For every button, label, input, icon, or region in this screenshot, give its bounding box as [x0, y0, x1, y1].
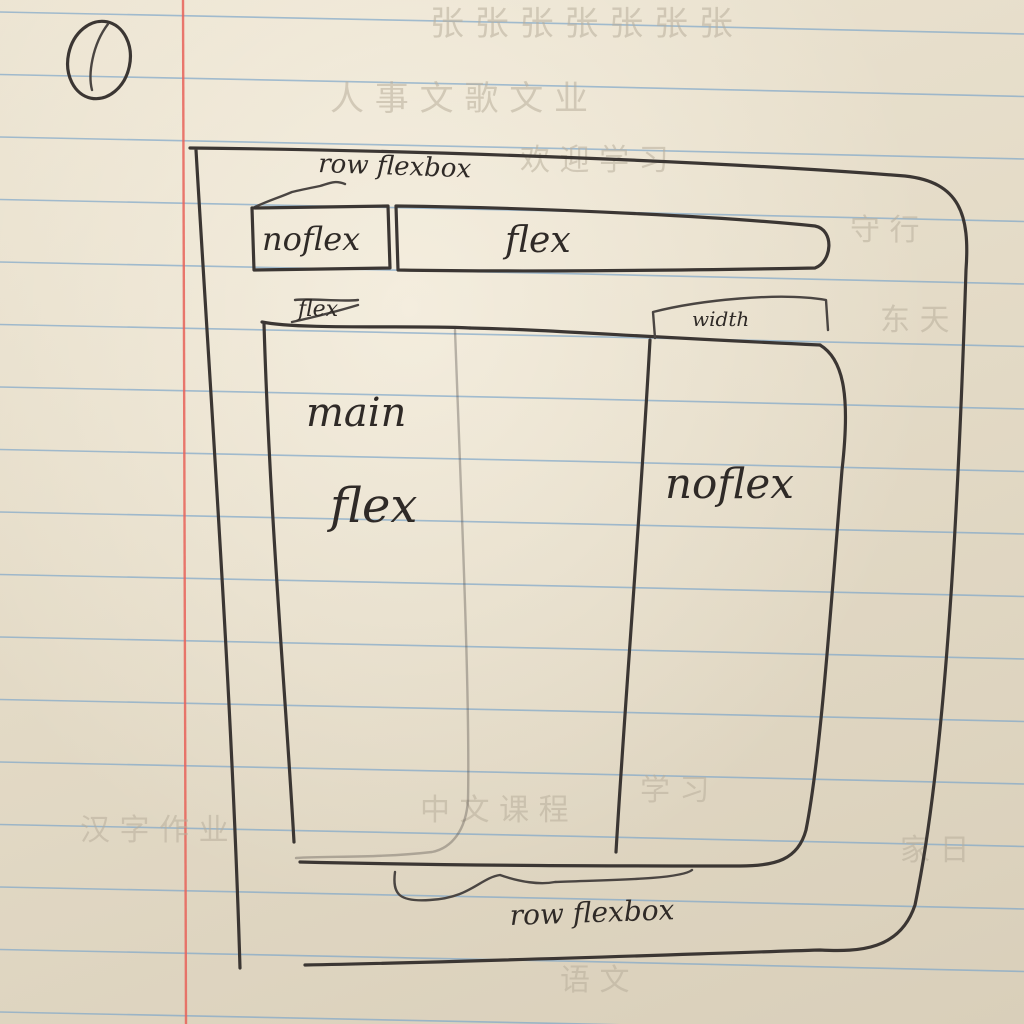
- main-label: main: [306, 390, 406, 436]
- svg-text:家 日: 家 日: [900, 833, 970, 868]
- ruled-line: [0, 448, 1024, 473]
- notebook-page: 张 张 张 张 张 张 张 人 事 文 歌 文 业 欢 迎 学 习 守 行 东 …: [0, 0, 1024, 1024]
- svg-text:人 事 文 歌 文 业: 人 事 文 歌 文 业: [330, 79, 588, 119]
- width-tab-label: width: [692, 307, 749, 331]
- ruled-line: [0, 261, 1024, 285]
- bleed-through-text: 张 张 张 张 张 张 张 人 事 文 歌 文 业 欢 迎 学 习 守 行 东 …: [80, 4, 970, 998]
- ruled-line: [0, 698, 1024, 723]
- ruled-lines: [0, 11, 1024, 1024]
- right-noflex-label: noflex: [665, 459, 794, 508]
- margin-line: [181, 0, 188, 1024]
- header-flex-label: flex: [502, 220, 571, 261]
- content-row-top-edge: [468, 326, 822, 347]
- top-brace: [253, 180, 347, 209]
- ruled-line: [0, 761, 1024, 785]
- ruled-line: [0, 573, 1024, 598]
- struck-word-label: flex: [296, 297, 339, 322]
- svg-text:东 天: 东 天: [880, 303, 950, 338]
- svg-text:中 文 课 程: 中 文 课 程: [420, 793, 569, 828]
- svg-text:语 文: 语 文: [560, 963, 630, 998]
- svg-text:张 张 张 张 张 张 张: 张 张 张 张 张 张 张: [430, 4, 733, 44]
- svg-text:学 习: 学 习: [640, 773, 710, 808]
- svg-text:守 行: 守 行: [850, 213, 920, 248]
- bottom-brace-label: row flexbox: [509, 893, 675, 932]
- ruled-line: [0, 1011, 623, 1024]
- corner-mark-icon: [66, 19, 132, 101]
- ruled-line: [0, 511, 1024, 535]
- main-flex-label: flex: [327, 478, 418, 534]
- svg-text:汉 字 作 业: 汉 字 作 业: [80, 813, 229, 848]
- ruled-line: [0, 636, 1024, 660]
- ruled-line: [0, 386, 1024, 410]
- header-noflex-label: noflex: [262, 220, 360, 258]
- top-brace-label: row flexbox: [318, 149, 472, 184]
- sketch-svg: 张 张 张 张 张 张 张 人 事 文 歌 文 业 欢 迎 学 习 守 行 东 …: [0, 0, 1024, 1024]
